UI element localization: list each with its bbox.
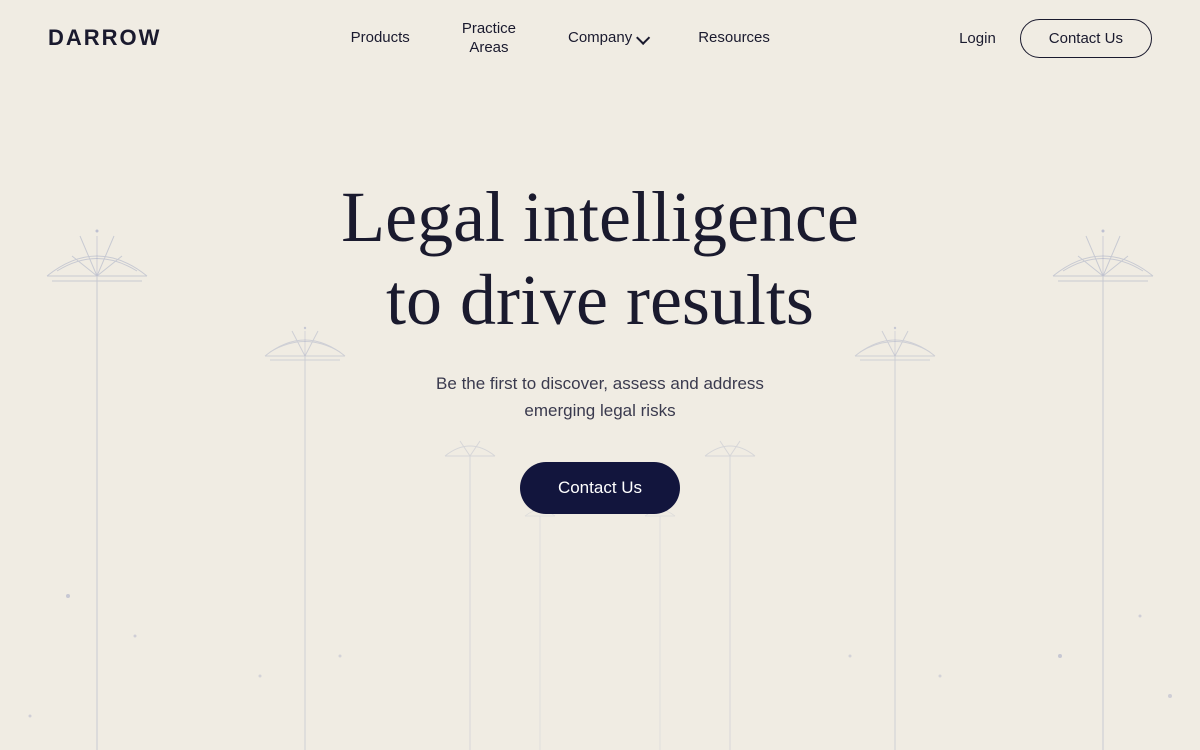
logo[interactable]: DARROW (48, 25, 161, 51)
hero-section: Legal intelligence to drive results Be t… (0, 76, 1200, 750)
hero-subtitle: Be the first to discover, assess and add… (436, 370, 764, 424)
nav-resources[interactable]: Resources (698, 28, 770, 48)
hero-contact-button[interactable]: Contact Us (520, 462, 680, 514)
nav-practice-areas[interactable]: Practice Areas (462, 19, 516, 58)
nav-links: Products Practice Areas Company Resource… (351, 19, 770, 58)
nav-company[interactable]: Company (568, 28, 646, 48)
login-link[interactable]: Login (959, 30, 996, 47)
hero-title: Legal intelligence to drive results (341, 176, 859, 342)
nav-right: Login Contact Us (959, 19, 1152, 58)
nav-contact-button[interactable]: Contact Us (1020, 19, 1152, 58)
main-nav: DARROW Products Practice Areas Company R… (0, 0, 1200, 76)
nav-products[interactable]: Products (351, 28, 410, 48)
chevron-down-icon (636, 35, 646, 41)
